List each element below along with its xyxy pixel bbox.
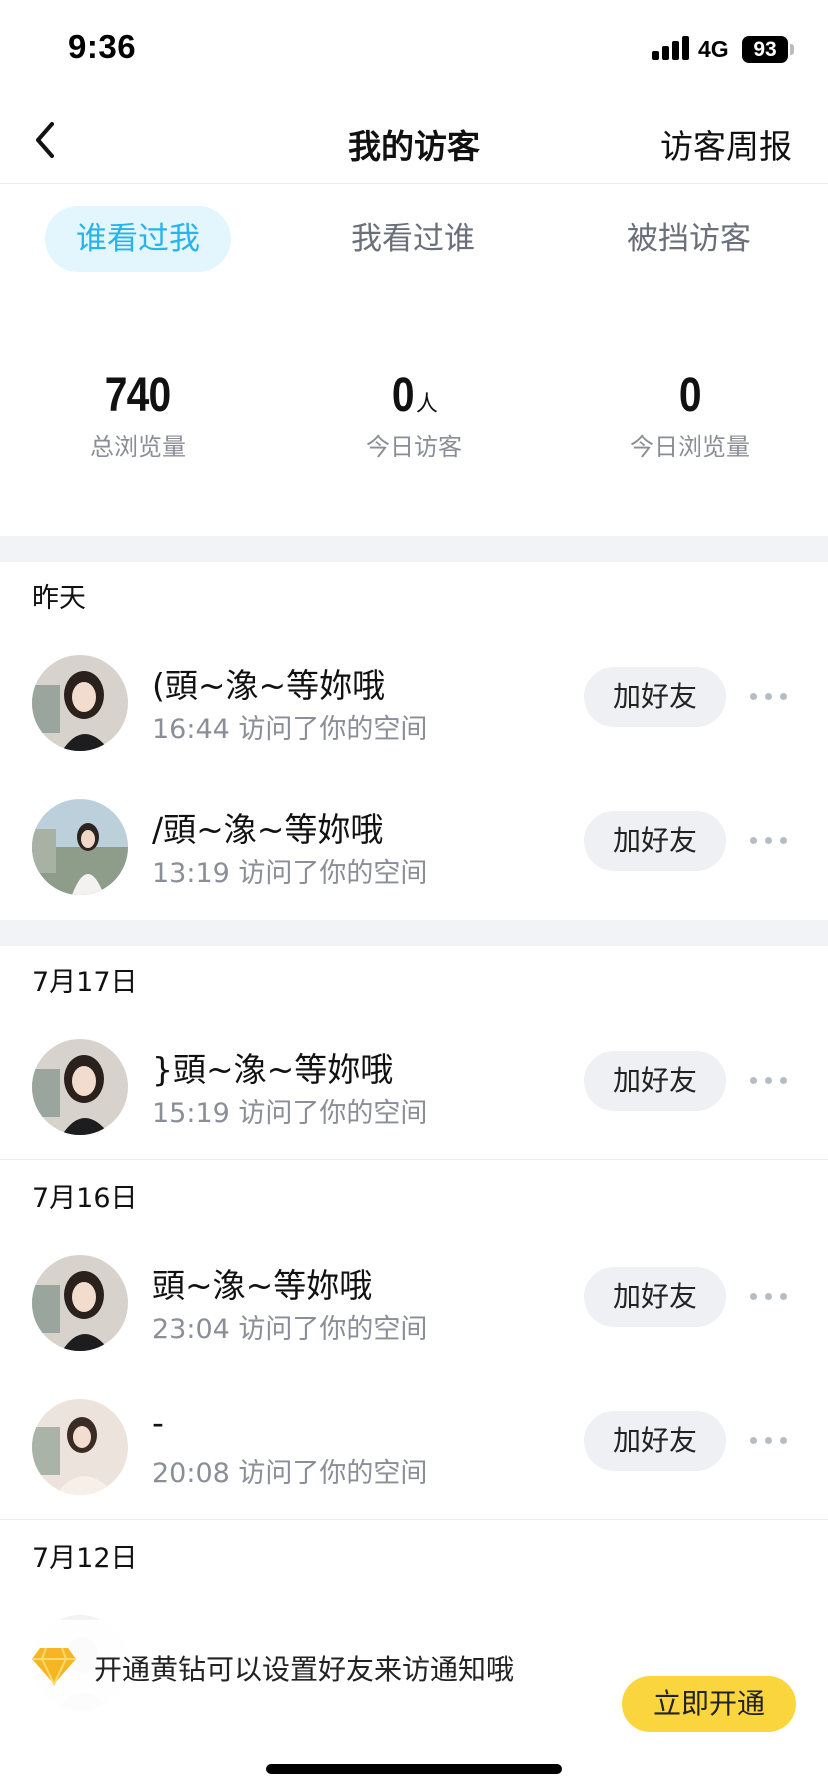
- banner-text: 开通黄钻可以设置好友来访通知哦: [94, 1653, 515, 1686]
- add-friend-button[interactable]: 加好友: [584, 811, 726, 871]
- stat-label: 今日浏览量: [630, 433, 750, 461]
- vip-banner: 开通黄钻可以设置好友来访通知哦 立即开通: [0, 1620, 828, 1740]
- visit-time: 20:08 访问了你的空间: [152, 1458, 428, 1489]
- tab-bar: 谁看过我 我看过谁 被挡访客: [0, 206, 828, 272]
- weekly-report-link[interactable]: 访客周报: [660, 120, 792, 168]
- status-time: 9:36: [68, 28, 137, 65]
- visitor-name: (頭~潒~等妳哦: [152, 666, 386, 705]
- nav-bar: 我的访客 访客周报: [0, 100, 828, 184]
- visit-time: 15:19 访问了你的空间: [152, 1098, 428, 1129]
- tab-blocked-visitors[interactable]: 被挡访客: [596, 206, 782, 272]
- stat-today-views: 0 今日浏览量: [570, 368, 810, 462]
- visit-time: 13:19 访问了你的空间: [152, 858, 428, 889]
- date-header: 7月17日: [32, 967, 138, 998]
- stat-label: 今日访客: [366, 433, 462, 461]
- more-icon[interactable]: [750, 1291, 788, 1301]
- open-now-button[interactable]: 立即开通: [622, 1676, 796, 1732]
- visitor-name: 頭~潒~等妳哦: [152, 1266, 373, 1305]
- status-bar: 9:36 4G 93: [0, 0, 828, 100]
- more-icon[interactable]: [750, 835, 788, 845]
- diamond-icon: [30, 1646, 78, 1687]
- date-header: 7月12日: [32, 1543, 138, 1574]
- stat-today-visitors: 0人 今日访客: [294, 368, 534, 462]
- battery-icon: 93: [742, 36, 788, 63]
- visitor-row[interactable]: }頭~潒~等妳哦 15:19 访问了你的空间 加好友: [0, 1029, 828, 1139]
- date-header: 7月16日: [32, 1183, 138, 1214]
- stat-label: 总浏览量: [90, 433, 186, 461]
- more-icon[interactable]: [750, 1435, 788, 1445]
- avatar[interactable]: [32, 1399, 128, 1495]
- avatar[interactable]: [32, 1255, 128, 1351]
- divider: [0, 1519, 828, 1520]
- avatar[interactable]: [32, 655, 128, 751]
- avatar[interactable]: [32, 1039, 128, 1135]
- stat-total-views: 740 总浏览量: [18, 368, 258, 462]
- tab-who-i-viewed[interactable]: 我看过谁: [320, 206, 506, 272]
- network-label: 4G: [698, 36, 729, 62]
- add-friend-button[interactable]: 加好友: [584, 667, 726, 727]
- section-separator: [0, 920, 828, 946]
- more-icon[interactable]: [750, 691, 788, 701]
- date-header: 昨天: [32, 583, 86, 614]
- visitor-row[interactable]: /頭~潒~等妳哦 13:19 访问了你的空间 加好友: [0, 789, 828, 899]
- add-friend-button[interactable]: 加好友: [584, 1051, 726, 1111]
- home-indicator: [266, 1764, 562, 1774]
- visitor-row[interactable]: 頭~潒~等妳哦 23:04 访问了你的空间 加好友: [0, 1245, 828, 1355]
- tab-who-viewed-me[interactable]: 谁看过我: [45, 206, 231, 272]
- stat-unit: 人: [415, 392, 438, 417]
- add-friend-button[interactable]: 加好友: [584, 1411, 726, 1471]
- signal-icon: [652, 36, 690, 60]
- stat-value: 0: [392, 369, 415, 422]
- visit-time: 23:04 访问了你的空间: [152, 1314, 428, 1345]
- divider: [0, 1159, 828, 1160]
- visit-time: 16:44 访问了你的空间: [152, 714, 428, 745]
- visitor-name: }頭~潒~等妳哦: [152, 1050, 394, 1089]
- battery-cap: [790, 44, 794, 55]
- section-separator: [0, 536, 828, 562]
- avatar[interactable]: [32, 799, 128, 895]
- visitor-name: -: [152, 1403, 164, 1442]
- visitor-name: /頭~潒~等妳哦: [152, 810, 384, 849]
- visitor-row[interactable]: - 20:08 访问了你的空间 加好友: [0, 1389, 828, 1499]
- stat-value: 740: [105, 369, 171, 422]
- add-friend-button[interactable]: 加好友: [584, 1267, 726, 1327]
- stats-panel: 740 总浏览量 0人 今日访客 0 今日浏览量: [0, 368, 828, 468]
- visitor-row[interactable]: (頭~潒~等妳哦 16:44 访问了你的空间 加好友: [0, 645, 828, 755]
- more-icon[interactable]: [750, 1075, 788, 1085]
- stat-value: 0: [679, 369, 702, 422]
